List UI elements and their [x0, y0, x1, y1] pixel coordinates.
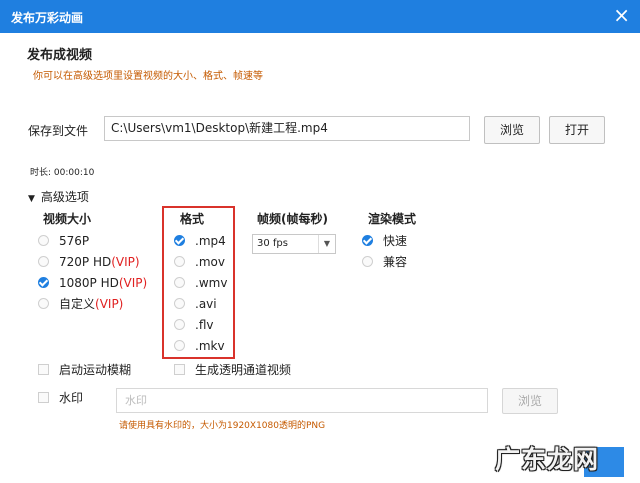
- video-size-title: 视频大小: [43, 212, 92, 226]
- radio-icon: [362, 256, 373, 267]
- radio-icon: [174, 256, 185, 267]
- browse-button[interactable]: 浏览: [484, 116, 540, 144]
- alpha-channel-checkbox[interactable]: 生成透明通道视频: [174, 362, 291, 378]
- radio-icon: [174, 319, 185, 330]
- watermark-checkbox[interactable]: 水印: [38, 390, 83, 406]
- format-title: 格式: [180, 212, 205, 226]
- radio-checked-icon: [362, 235, 373, 246]
- radio-checked-icon: [174, 235, 185, 246]
- size-option-custom[interactable]: 自定义(VIP): [38, 296, 123, 312]
- advanced-options-toggle[interactable]: ▼ 高级选项: [28, 188, 89, 205]
- advanced-options-label: 高级选项: [40, 190, 89, 204]
- motion-blur-checkbox[interactable]: 启动运动模糊: [38, 362, 131, 378]
- size-option-1080p[interactable]: 1080P HD(VIP): [38, 275, 147, 291]
- duration-label: 时长: 00:00:10: [30, 168, 95, 178]
- format-option-mp4[interactable]: .mp4: [174, 233, 226, 249]
- fps-value: 30 fps: [257, 238, 288, 249]
- section-hint: 你可以在高级选项里设置视频的大小、格式、帧速等: [33, 71, 263, 82]
- checkbox-icon: [38, 364, 49, 375]
- watermark-path-input[interactable]: 水印: [116, 388, 488, 413]
- overlay-watermark-logo: 广东龙网: [495, 445, 600, 474]
- dropdown-arrow-icon[interactable]: ▼: [318, 235, 335, 253]
- radio-icon: [38, 235, 49, 246]
- radio-checked-icon: [38, 277, 49, 288]
- watermark-browse-button[interactable]: 浏览: [502, 388, 558, 414]
- format-option-wmv[interactable]: .wmv: [174, 275, 227, 291]
- open-button[interactable]: 打开: [549, 116, 605, 144]
- render-option-fast[interactable]: 快速: [362, 233, 407, 249]
- radio-icon: [174, 340, 185, 351]
- watermark-hint: 请使用具有水印的，大小为1920X1080透明的PNG: [119, 421, 326, 431]
- save-to-file-label: 保存到文件: [28, 124, 89, 138]
- format-option-mov[interactable]: .mov: [174, 254, 225, 270]
- radio-icon: [38, 298, 49, 309]
- output-path-input[interactable]: C:\Users\vm1\Desktop\新建工程.mp4: [104, 116, 470, 141]
- radio-icon: [174, 298, 185, 309]
- format-option-avi[interactable]: .avi: [174, 296, 217, 312]
- radio-icon: [174, 277, 185, 288]
- checkbox-icon: [174, 364, 185, 375]
- radio-icon: [38, 256, 49, 267]
- render-mode-title: 渲染模式: [368, 212, 417, 226]
- title-bar: 发布万彩动画 ×: [0, 0, 640, 33]
- fps-title: 帧频(帧每秒): [257, 212, 328, 226]
- fps-select[interactable]: 30 fps ▼: [252, 234, 336, 254]
- section-heading: 发布成视频: [27, 48, 93, 63]
- close-icon[interactable]: ×: [613, 4, 630, 26]
- window-title: 发布万彩动画: [11, 11, 84, 25]
- checkbox-icon: [38, 392, 49, 403]
- size-option-720p[interactable]: 720P HD(VIP): [38, 254, 140, 270]
- triangle-down-icon: ▼: [28, 194, 35, 204]
- format-option-flv[interactable]: .flv: [174, 317, 213, 333]
- size-option-576p[interactable]: 576P: [38, 233, 89, 249]
- render-option-compatible[interactable]: 兼容: [362, 254, 407, 270]
- format-option-mkv[interactable]: .mkv: [174, 338, 225, 354]
